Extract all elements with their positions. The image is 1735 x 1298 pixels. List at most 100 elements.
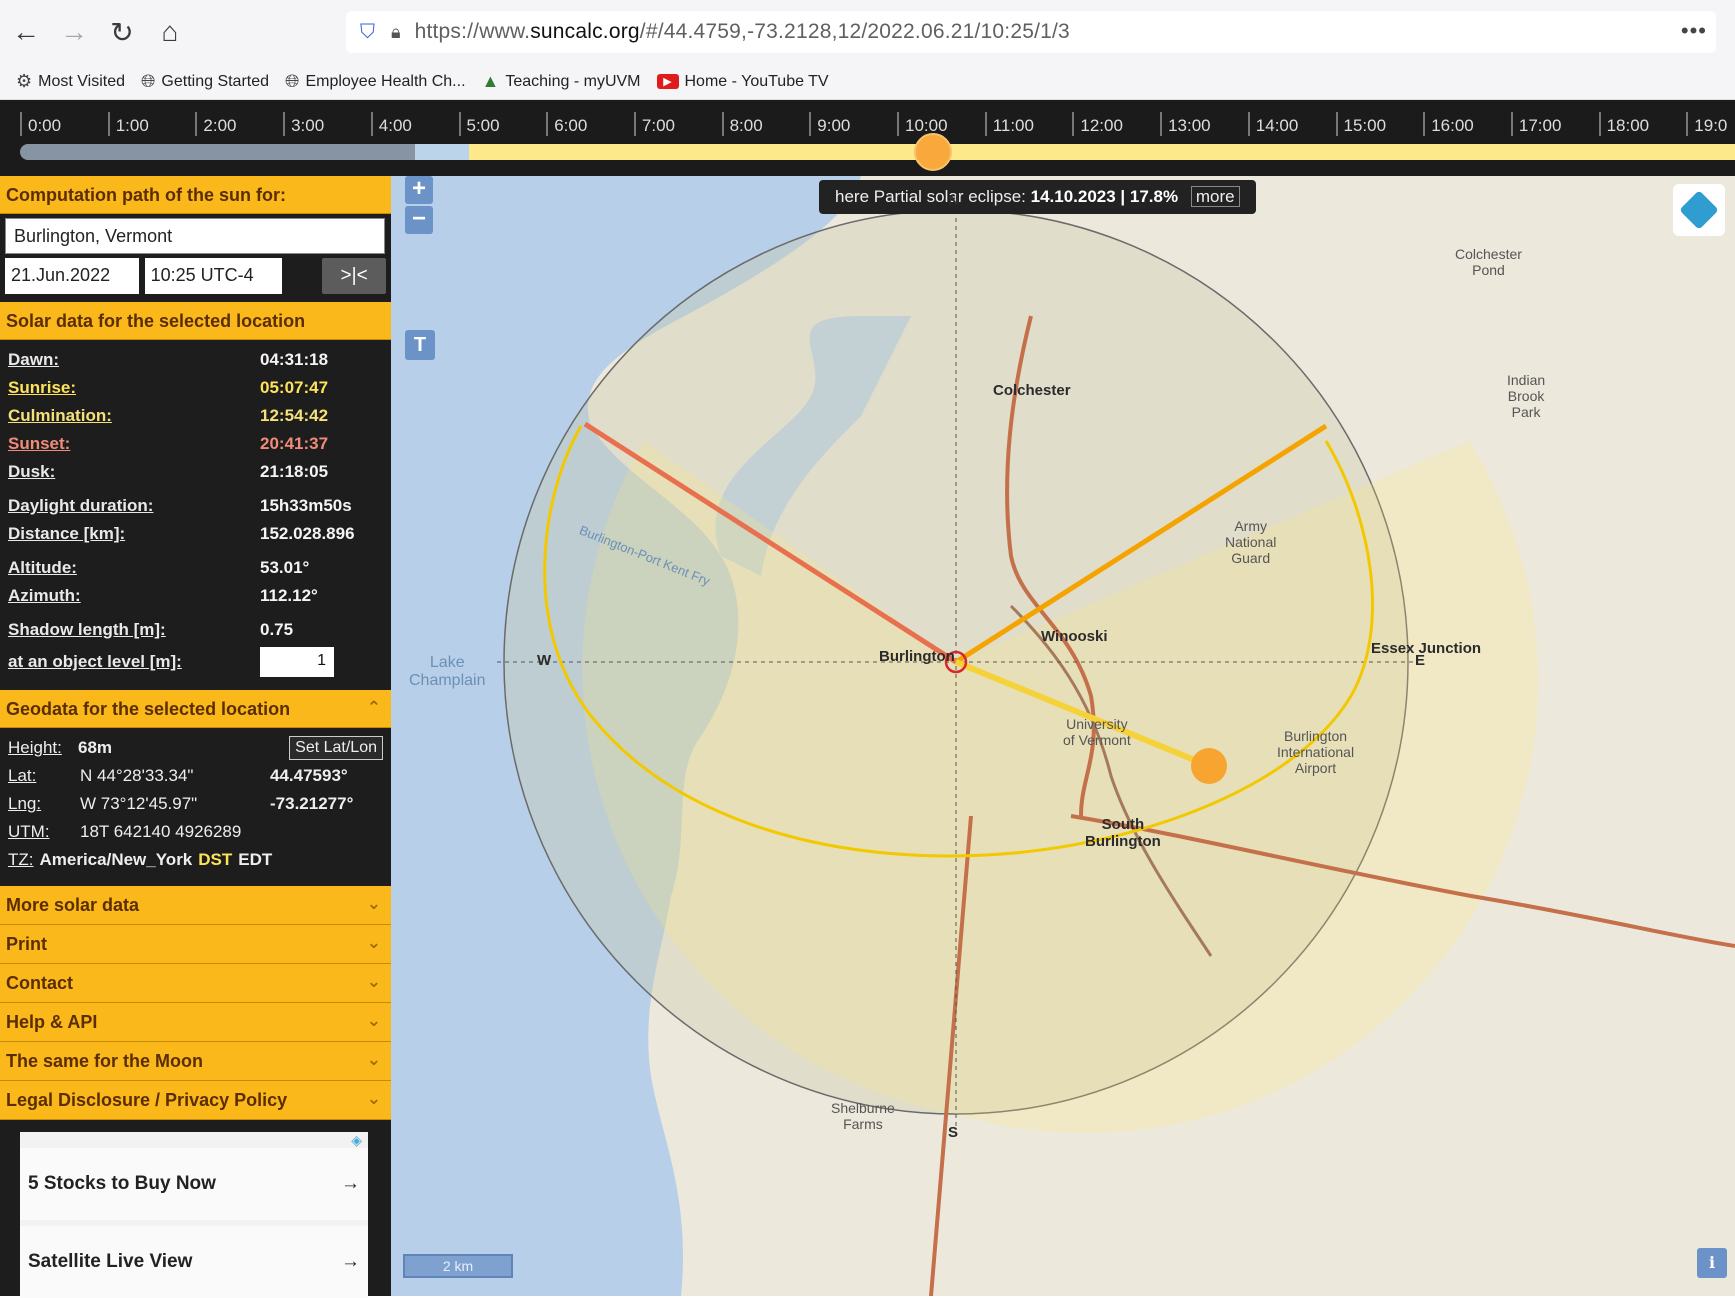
tree-icon: ▲ — [481, 71, 500, 91]
date-input[interactable]: 21.Jun.2022 — [5, 258, 139, 294]
solar-data-header[interactable]: Solar data for the selected location — [0, 302, 391, 340]
ad-choices-icon[interactable]: ◈ — [20, 1132, 368, 1148]
dusk-value: 21:18:05 — [260, 462, 329, 481]
back-arrow-icon[interactable]: ← — [4, 10, 48, 54]
lng-decimal: -73.21277° — [270, 794, 354, 813]
lock-icon[interactable]: 🔒︎ — [391, 22, 401, 43]
dawn-label[interactable]: Dawn: — [8, 350, 260, 370]
daylight-row: Daylight duration: 15h33m50s — [0, 492, 391, 520]
utm-value: 18T 642140 4926289 — [80, 822, 242, 841]
height-label[interactable]: Height: — [8, 738, 78, 758]
height-value: 68m — [78, 738, 113, 757]
dusk-label[interactable]: Dusk: — [8, 462, 260, 482]
eclipse-banner: here Partial solar eclipse: 14.10.2023 |… — [819, 180, 1256, 214]
hour-tick: 19:0 — [1686, 112, 1727, 136]
menu-legal[interactable]: Legal Disclosure / Privacy Policy ⌄ — [0, 1081, 391, 1120]
place-army-national-guard: Army National Guard — [1225, 518, 1277, 566]
bookmark-youtube-tv[interactable]: ▶ Home - YouTube TV — [656, 73, 829, 91]
expand-icon: ⌄ — [366, 1050, 381, 1069]
menu-more-solar-data[interactable]: More solar data ⌄ — [0, 886, 391, 925]
azimuth-row: Azimuth: 112.12° — [0, 582, 391, 610]
hour-tick: 0:00 — [20, 112, 61, 136]
menu-contact[interactable]: Contact ⌄ — [0, 964, 391, 1003]
dawn-row: Dawn: 04:31:18 — [0, 346, 391, 374]
hour-tick: 13:00 — [1160, 112, 1211, 136]
hour-tick: 15:00 — [1335, 112, 1386, 136]
map[interactable]: + − T here Partial solar eclipse: 14.10.… — [391, 176, 1735, 1296]
lng-dms: W 73°12'45.97" — [80, 794, 198, 813]
time-input[interactable]: 10:25 UTC-4 — [144, 258, 283, 294]
distance-value: 152.028.896 — [260, 524, 355, 543]
zoom-in-button[interactable]: + — [405, 176, 433, 204]
hour-tick: 18:00 — [1598, 112, 1649, 136]
shadow-label[interactable]: Shadow length [m]: — [8, 620, 260, 640]
address-bar[interactable]: ⛉ 🔒︎ https://www.suncalc.org/#/44.4759,-… — [346, 11, 1716, 53]
lng-label[interactable]: Lng: — [8, 794, 80, 814]
zoom-out-button[interactable]: − — [405, 206, 433, 234]
now-button[interactable]: >|< — [322, 258, 386, 294]
hour-tick: 2:00 — [195, 112, 236, 136]
lat-row: Lat: N 44°28'33.34" 44.47593° — [0, 762, 391, 790]
bookmark-getting-started[interactable]: 🌐︎ Getting Started — [141, 71, 269, 92]
eclipse-date: 14.10.2023 | 17.8% — [1030, 187, 1179, 206]
shadow-value: 0.75 — [260, 620, 294, 639]
info-icon[interactable]: i — [1697, 1248, 1727, 1278]
compass-south: S — [948, 1124, 959, 1141]
url-text[interactable]: https://www.suncalc.org/#/44.4759,-73.21… — [415, 20, 1070, 44]
geodata-header[interactable]: Geodata for the selected location ⌃ — [0, 690, 391, 728]
text-toggle-button[interactable]: T — [405, 330, 435, 360]
daylight-value: 15h33m50s — [260, 496, 352, 515]
time-slider[interactable]: 0:00 1:00 2:00 3:00 4:00 5:00 6:00 7:00 8:00 9:00… — [0, 100, 1735, 176]
place-airport: Burlington International Airport — [1277, 728, 1355, 776]
reload-icon[interactable]: ↻ — [100, 10, 144, 54]
sun-position-dot — [1191, 748, 1227, 784]
menu-moon[interactable]: The same for the Moon ⌄ — [0, 1042, 391, 1081]
bookmark-teaching[interactable]: ▲ Teaching - myUVM — [482, 71, 641, 92]
location-input[interactable]: Burlington, Vermont — [5, 218, 385, 254]
shield-icon[interactable]: ⛉ — [360, 21, 375, 44]
more-menu-icon[interactable]: ••• — [1681, 18, 1707, 44]
sunset-label[interactable]: Sunset: — [8, 434, 260, 454]
night-track[interactable] — [20, 144, 415, 160]
eclipse-more-button[interactable]: more — [1190, 186, 1240, 207]
object-level-label[interactable]: at an object level [m]: — [8, 652, 260, 672]
distance-label[interactable]: Distance [km]: — [8, 524, 260, 544]
azimuth-label[interactable]: Azimuth: — [8, 586, 260, 606]
tz-abbr: EDT — [238, 850, 273, 869]
altitude-row: Altitude: 53.01° — [0, 554, 391, 582]
utm-label[interactable]: UTM: — [8, 822, 80, 842]
browser-toolbar: ← → ↻ ⌂ ⛉ 🔒︎ https://www.suncalc.org/#/4… — [0, 0, 1735, 64]
tz-label[interactable]: TZ: — [8, 850, 34, 870]
object-level-input[interactable]: 1 — [260, 647, 334, 677]
tz-row: TZ: America/New_York DST EDT — [0, 846, 391, 874]
home-icon[interactable]: ⌂ — [148, 10, 192, 54]
bookmark-most-visited[interactable]: ⚙ Most Visited — [16, 71, 125, 92]
expand-icon: ⌄ — [366, 933, 381, 952]
bookmarks-bar: ⚙ Most Visited 🌐︎ Getting Started 🌐︎ Employ… — [0, 64, 1735, 100]
altitude-label[interactable]: Altitude: — [8, 558, 260, 578]
menu-print[interactable]: Print ⌄ — [0, 925, 391, 964]
culmination-label[interactable]: Culmination: — [8, 406, 260, 426]
ad-link-stocks[interactable]: 5 Stocks to Buy Now → — [20, 1148, 368, 1220]
height-row: Height: 68m Set Lat/Lon — [0, 734, 391, 762]
forward-arrow-icon[interactable]: → — [52, 10, 96, 54]
arrow-right-icon: → — [341, 1173, 360, 1194]
menu-help-api[interactable]: Help & API ⌄ — [0, 1003, 391, 1042]
ad-link-satellite[interactable]: Satellite Live View → — [20, 1226, 368, 1298]
bookmark-employee-health[interactable]: 🌐︎ Employee Health Ch... — [285, 71, 465, 92]
utm-row: UTM: 18T 642140 4926289 — [0, 818, 391, 846]
collapse-icon[interactable]: ⌃ — [367, 698, 381, 718]
sunrise-label[interactable]: Sunrise: — [8, 378, 260, 398]
youtube-icon: ▶ — [656, 74, 679, 89]
sunset-row: Sunset: 20:41:37 — [0, 430, 391, 458]
hour-tick: 8:00 — [721, 112, 763, 136]
daylight-track[interactable] — [469, 144, 1735, 160]
daylight-label[interactable]: Daylight duration: — [8, 496, 260, 516]
set-lat-lon-button[interactable]: Set Lat/Lon — [289, 736, 383, 760]
twilight-track[interactable] — [415, 144, 469, 160]
layers-icon[interactable] — [1673, 184, 1725, 236]
globe-icon: 🌐︎ — [141, 71, 156, 91]
hour-tick: 4:00 — [370, 112, 412, 136]
altitude-value: 53.01° — [260, 558, 310, 577]
lat-label[interactable]: Lat: — [8, 766, 80, 786]
